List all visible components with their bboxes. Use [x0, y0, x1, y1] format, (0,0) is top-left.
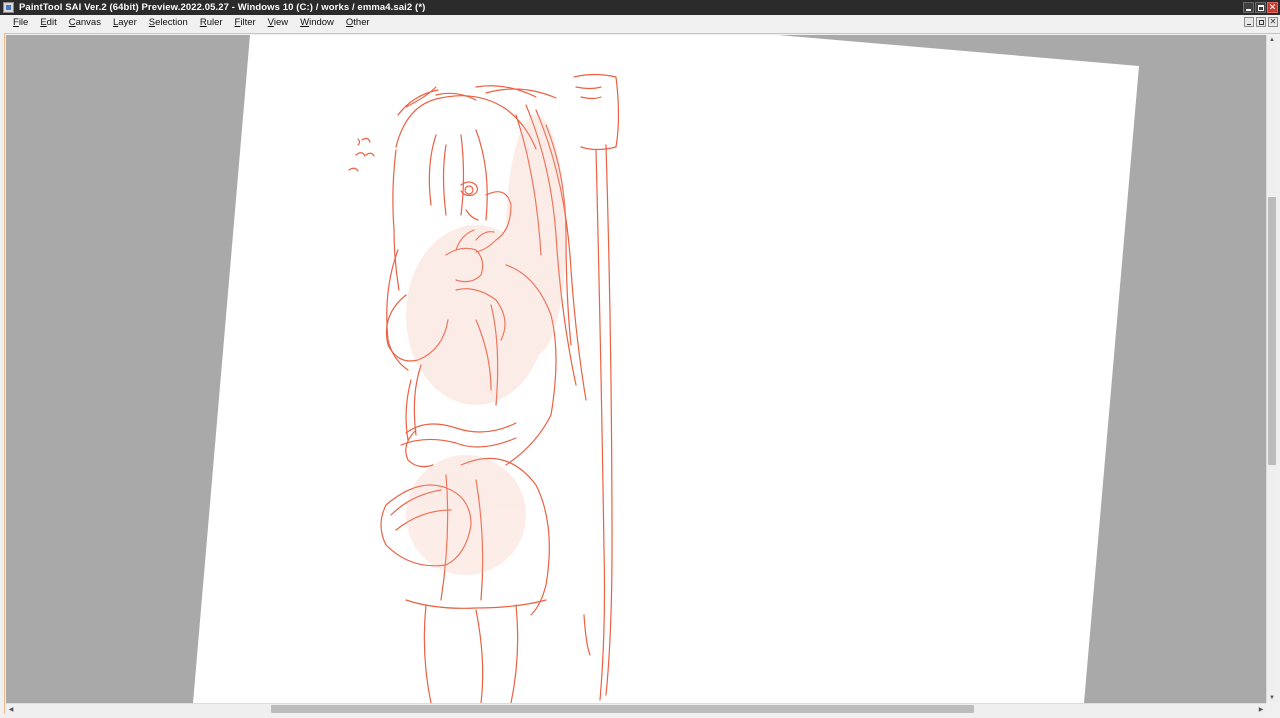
menu-canvas[interactable]: Canvas	[64, 15, 106, 31]
bottom-edge	[0, 714, 1280, 718]
vertical-scrollbar[interactable]: ▲ ▼	[1266, 35, 1277, 703]
menu-bar: File Edit Canvas Layer Selection Ruler F…	[0, 15, 1280, 31]
scroll-left-arrow-icon[interactable]: ◀	[6, 704, 16, 714]
maximize-button[interactable]	[1255, 2, 1266, 13]
menu-filter[interactable]: Filter	[230, 15, 261, 31]
document-minimize-button[interactable]	[1244, 17, 1254, 27]
document-window-controls: ✕	[1244, 17, 1278, 27]
minimize-icon	[1246, 9, 1251, 11]
document-close-button[interactable]: ✕	[1268, 17, 1278, 27]
maximize-icon	[1257, 4, 1264, 11]
scroll-down-arrow-icon[interactable]: ▼	[1267, 693, 1277, 703]
menu-other[interactable]: Other	[341, 15, 375, 31]
menu-edit[interactable]: Edit	[35, 15, 61, 31]
menu-window[interactable]: Window	[295, 15, 339, 31]
menu-layer[interactable]: Layer	[108, 15, 142, 31]
window-title: PaintTool SAI Ver.2 (64bit) Preview.2022…	[19, 2, 426, 13]
canvas-viewport[interactable]	[6, 35, 1266, 703]
minimize-icon	[1247, 23, 1251, 25]
horizontal-scrollbar[interactable]: ◀ ▶	[6, 703, 1266, 714]
canvas-drawing[interactable]	[6, 35, 1266, 703]
minimize-button[interactable]	[1243, 2, 1254, 13]
scroll-right-arrow-icon[interactable]: ▶	[1256, 704, 1266, 714]
title-bar: PaintTool SAI Ver.2 (64bit) Preview.2022…	[0, 0, 1280, 15]
canvas-paper	[193, 35, 1139, 703]
vertical-scroll-thumb[interactable]	[1268, 197, 1276, 465]
scroll-up-arrow-icon[interactable]: ▲	[1267, 35, 1277, 45]
painttool-sai-icon[interactable]	[3, 2, 14, 13]
close-icon: ✕	[1269, 17, 1277, 26]
menu-ruler[interactable]: Ruler	[195, 15, 228, 31]
menu-selection[interactable]: Selection	[144, 15, 193, 31]
menu-file[interactable]: File	[8, 15, 33, 31]
close-icon: ✕	[1268, 2, 1277, 12]
horizontal-scroll-thumb[interactable]	[271, 705, 974, 713]
window-controls: ✕	[1243, 2, 1278, 13]
menu-view[interactable]: View	[263, 15, 293, 31]
restore-icon	[1258, 19, 1264, 25]
close-button[interactable]: ✕	[1267, 2, 1278, 13]
document-restore-button[interactable]	[1256, 17, 1266, 27]
